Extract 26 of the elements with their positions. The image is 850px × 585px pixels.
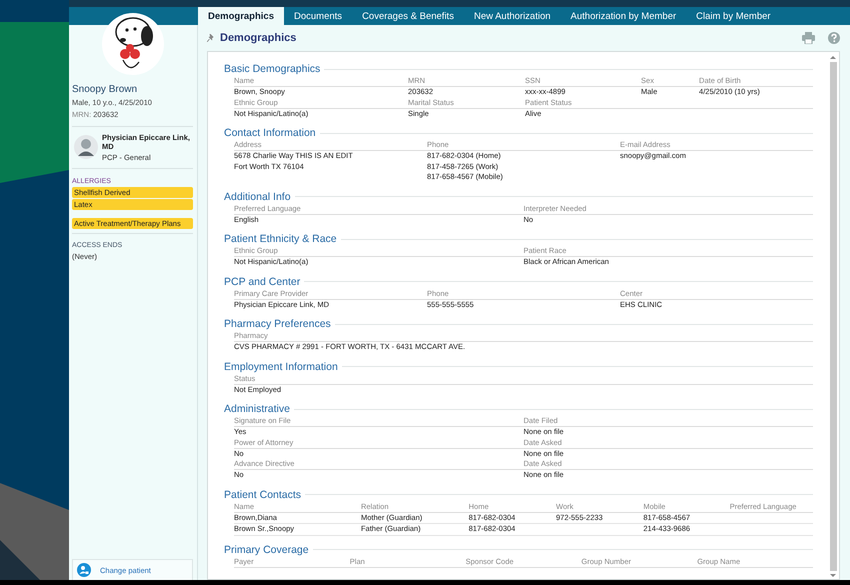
tab[interactable]: Demographics — [198, 7, 284, 25]
help-icon[interactable] — [828, 32, 840, 44]
scrollbar-thumb[interactable] — [830, 62, 836, 571]
tab[interactable]: New Authorization — [464, 7, 561, 25]
scroll-down-icon[interactable] — [830, 573, 836, 578]
page-title: Demographics — [220, 32, 296, 44]
section-heading: Contact Information — [224, 127, 316, 139]
section-heading: Additional Info — [224, 190, 291, 202]
section-heading: PCP and Center — [224, 276, 300, 288]
section-heading: Pharmacy Preferences — [224, 318, 331, 330]
section-heading: Employment Information — [224, 360, 338, 372]
print-icon[interactable] — [802, 32, 815, 44]
tab[interactable]: Coverages & Benefits — [352, 7, 464, 25]
section-heading: Primary Coverage — [224, 544, 309, 556]
tab[interactable]: Documents — [284, 7, 352, 25]
section-heading: Patient Ethnicity & Race — [224, 233, 337, 245]
section-heading: Patient Contacts — [224, 488, 302, 500]
patient-name: Snoopy Brown — [72, 84, 138, 95]
change-patient-icon — [77, 563, 91, 577]
scroll-up-icon[interactable] — [830, 55, 836, 60]
section-heading: Basic Demographics — [224, 63, 320, 75]
person-silhouette-icon — [74, 135, 98, 159]
pin-icon[interactable] — [207, 34, 215, 42]
tab[interactable]: Claim by Member — [686, 7, 781, 25]
tab[interactable]: Authorization by Member — [560, 7, 686, 25]
section-heading: Administrative — [224, 403, 290, 415]
